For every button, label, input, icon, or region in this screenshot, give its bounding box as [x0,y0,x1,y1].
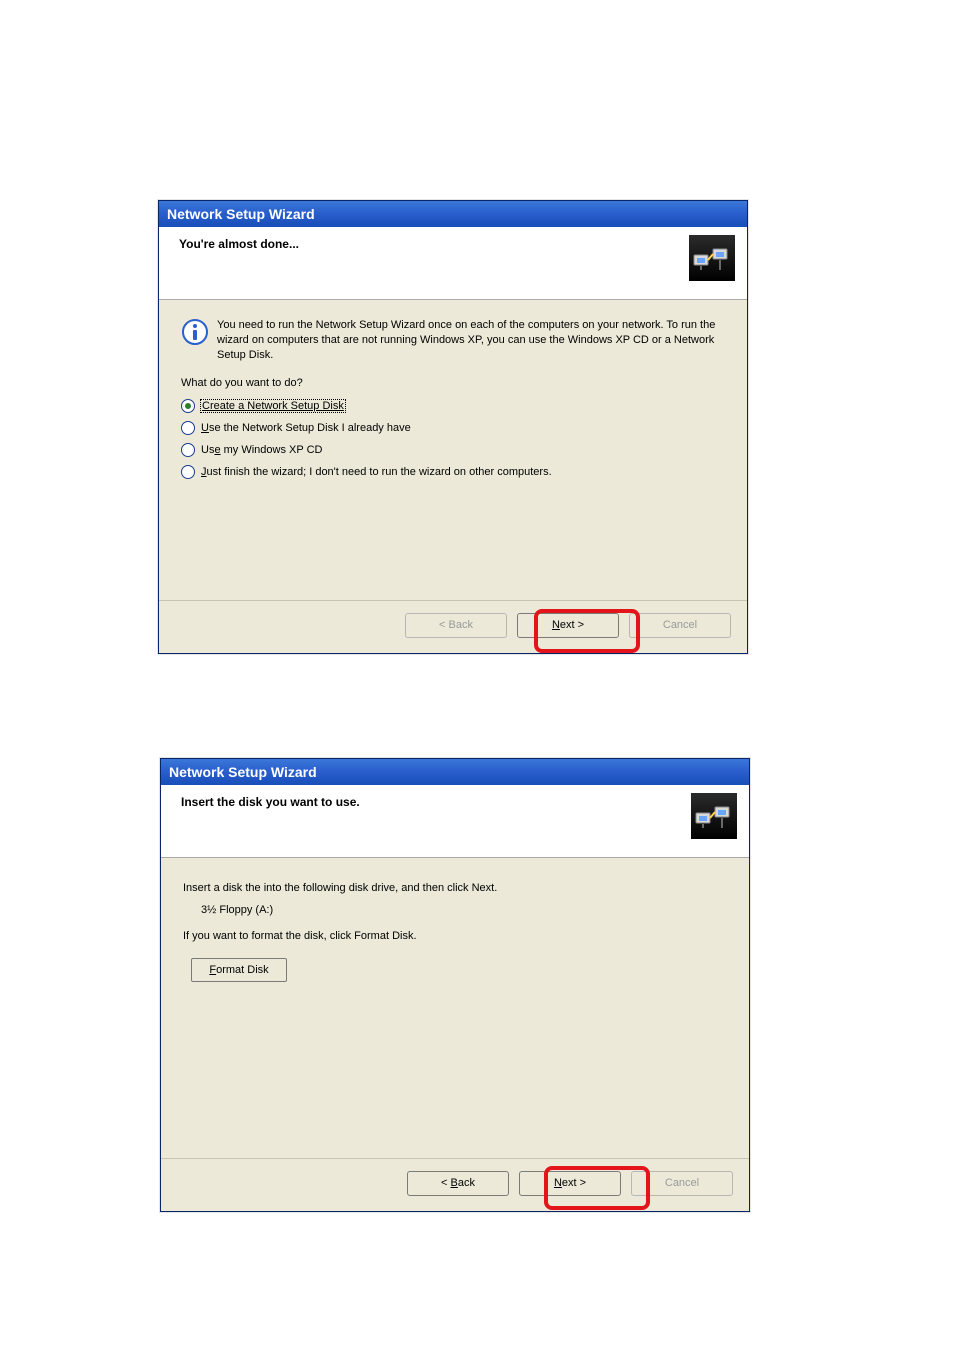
radio-use-existing-disk[interactable]: Use the Network Setup Disk I already hav… [181,421,725,435]
network-icon [689,235,735,281]
back-button[interactable]: < Back [407,1171,509,1196]
format-disk-button[interactable]: Format Disk [191,958,287,982]
titlebar[interactable]: Network Setup Wizard [161,759,749,785]
wizard-header: Insert the disk you want to use. [161,785,749,858]
radio-icon [181,443,195,457]
network-icon [691,793,737,839]
back-button: < Back [405,613,507,638]
wizard-body: You need to run the Network Setup Wizard… [159,300,747,600]
wizard-buttons: < Back Next > Cancel [161,1158,749,1207]
wizard-buttons: < Back Next > Cancel [159,600,747,649]
radio-icon [181,465,195,479]
info-text: You need to run the Network Setup Wizard… [217,318,725,363]
next-button[interactable]: Next > [519,1171,621,1196]
radio-label: Use my Windows XP CD [201,444,322,456]
page-heading: Insert the disk you want to use. [181,795,360,809]
info-row: You need to run the Network Setup Wizard… [181,318,725,363]
wizard-header: You're almost done... [159,227,747,300]
radio-create-disk[interactable]: Create a Network Setup Disk [181,399,725,413]
radio-group: Create a Network Setup Disk Use the Netw… [181,399,725,479]
drive-label: 3½ Floppy (A:) [201,904,727,916]
radio-label: Just finish the wizard; I don't need to … [201,466,552,478]
prompt-text: What do you want to do? [181,377,725,389]
window-title: Network Setup Wizard [169,764,317,780]
radio-use-xp-cd[interactable]: Use my Windows XP CD [181,443,725,457]
radio-label: Use the Network Setup Disk I already hav… [201,422,411,434]
wizard-dialog-2: Network Setup Wizard Insert the disk you… [160,758,750,1212]
wizard-body: Insert a disk the into the following dis… [161,858,749,1158]
instruction-line-1: Insert a disk the into the following dis… [183,882,727,894]
page-heading: You're almost done... [179,237,299,251]
radio-label: Create a Network Setup Disk [201,400,345,412]
wizard-dialog-1: Network Setup Wizard You're almost done.… [158,200,748,654]
cancel-button: Cancel [629,613,731,638]
next-button[interactable]: Next > [517,613,619,638]
instruction-line-2: If you want to format the disk, click Fo… [183,930,727,942]
radio-icon [181,421,195,435]
radio-icon [181,399,195,413]
cancel-button: Cancel [631,1171,733,1196]
radio-just-finish[interactable]: Just finish the wizard; I don't need to … [181,465,725,479]
window-title: Network Setup Wizard [167,206,315,222]
info-icon [181,318,209,346]
titlebar[interactable]: Network Setup Wizard [159,201,747,227]
